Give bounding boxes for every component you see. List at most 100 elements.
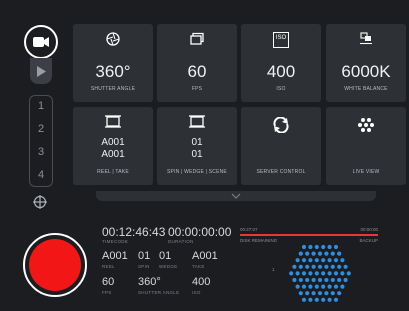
shutter-status-value: 360° [138, 276, 161, 288]
level-dot [314, 258, 319, 263]
wedge-status-label: WEDGE [159, 264, 178, 269]
spin-status-label: SPIN [138, 264, 150, 269]
play-icon [36, 65, 46, 77]
level-dot [314, 284, 319, 289]
level-dot [346, 271, 351, 276]
level-dot [295, 271, 300, 276]
level-dot [305, 251, 310, 256]
white-balance-value: 6000K [341, 62, 391, 81]
level-dot [298, 251, 303, 256]
level-dot [333, 297, 339, 302]
slot-2[interactable]: 2 [30, 123, 52, 135]
level-dot [330, 277, 335, 283]
slot-3[interactable]: 3 [30, 146, 52, 158]
crosshair-icon[interactable] [33, 195, 47, 209]
slot-4[interactable]: 4 [30, 169, 52, 181]
wedge-value: 01 [191, 149, 203, 160]
shutter-angle-tile[interactable]: 360° SHUTTER ANGLE [73, 24, 153, 102]
record-dot [29, 239, 81, 291]
level-dot [311, 277, 316, 283]
spin-wedge-scene-tile[interactable]: 01 01 SPIN | WEDGE | SCENE [157, 107, 237, 185]
take-status-label: TAKE [192, 264, 205, 269]
fps-frames-icon [190, 32, 204, 45]
level-dot [321, 297, 326, 302]
level-dot [340, 271, 345, 276]
server-control-tile[interactable]: SERVER CONTROL [241, 107, 321, 185]
level-dot [324, 291, 329, 296]
duration-label: DURATION [168, 239, 194, 244]
white-balance-tile[interactable]: 6000K WHITE BALANCE [326, 24, 406, 102]
level-dot [330, 264, 335, 269]
reel-take-value: A001 A001 [73, 137, 153, 161]
video-camera-icon [33, 37, 49, 47]
iso-tile[interactable]: ISO 400 ISO [241, 24, 321, 102]
server-control-label: SERVER CONTROL [256, 169, 306, 175]
backup-time: 00:00:00 [360, 227, 378, 232]
level-dot [340, 258, 345, 263]
level-dot [301, 244, 307, 250]
slot-1[interactable]: 1 [30, 100, 52, 112]
slot-selector: 1 2 3 4 [29, 95, 53, 187]
level-dot [321, 244, 326, 250]
level-dot [305, 264, 310, 269]
fps-tile[interactable]: 60 FPS [157, 24, 237, 102]
level-dot [311, 264, 316, 269]
record-button[interactable] [23, 233, 87, 297]
level-dot [292, 277, 297, 283]
reel-status-value: A001 [102, 250, 128, 262]
level-dot [311, 291, 316, 296]
level-dot [343, 264, 348, 269]
level-dot [314, 271, 319, 276]
level-dot [314, 244, 319, 250]
level-dot [324, 277, 329, 283]
level-dot [308, 297, 313, 302]
level-dot [324, 264, 329, 269]
playback-mode-button[interactable] [30, 58, 52, 84]
level-dot [295, 258, 300, 263]
level-dot [343, 277, 348, 283]
level-dot [317, 291, 323, 296]
iso-status-value: 400 [192, 276, 211, 288]
shutter-status-label: SHUTTER ANGLE [138, 290, 180, 295]
level-dot [301, 271, 307, 276]
fps-status-label: FPS [102, 290, 112, 295]
level-dot [308, 258, 313, 263]
timecode-label: TIMECODE [102, 239, 129, 244]
iso-value: 400 [266, 62, 296, 81]
tile-drawer-handle[interactable] [96, 191, 376, 201]
take-status-value: A001 [192, 250, 218, 262]
level-dot [333, 284, 339, 289]
camera-mode-button[interactable] [24, 25, 58, 59]
level-dot [317, 277, 323, 283]
disk-remaining-time: 00:27:07 [240, 227, 258, 232]
live-view-tile[interactable]: LIVE VIEW [326, 107, 406, 185]
spin-wedge-scene-label: SPIN | WEDGE | SCENE [167, 169, 227, 175]
iso-icon: ISO [272, 32, 290, 48]
level-dot [308, 271, 313, 276]
level-dot [327, 258, 332, 263]
level-dot [301, 297, 307, 302]
disk-remaining-label: DISK REMAINING [240, 238, 278, 243]
reel-icon [105, 115, 121, 128]
level-dot [330, 291, 335, 296]
level-dot [305, 277, 310, 283]
sync-icon [273, 117, 289, 133]
level-dot [340, 284, 345, 289]
reel-status-label: REEL [102, 264, 115, 269]
level-dot [292, 264, 297, 269]
reel-take-tile[interactable]: A001 A001 REEL | TAKE [73, 107, 153, 185]
disk-remaining-bar [240, 234, 378, 236]
white-balance-icon [360, 32, 372, 45]
level-dot [327, 244, 332, 250]
level-dot [317, 264, 323, 269]
level-dot [305, 291, 310, 296]
shutter-icon [106, 32, 120, 46]
level-dot [311, 251, 316, 256]
wedge-status-value: 01 [159, 250, 172, 262]
bar-marker: 1 [272, 267, 275, 272]
level-dot [333, 271, 339, 276]
level-dot [314, 297, 319, 302]
level-dot [337, 291, 342, 296]
slate-icon [189, 115, 205, 128]
level-dot [295, 284, 300, 289]
